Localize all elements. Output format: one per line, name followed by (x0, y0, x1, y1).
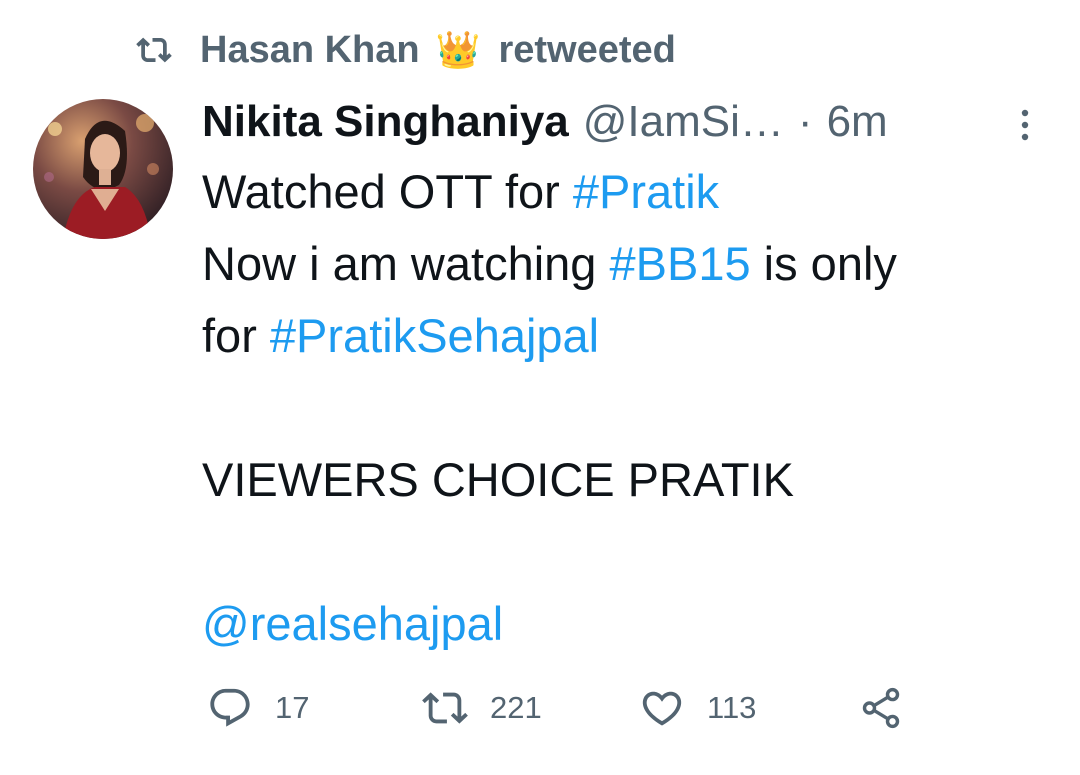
retweeted-label: retweeted (498, 28, 676, 71)
avatar-photo (33, 99, 173, 239)
reply-button[interactable]: 17 (207, 680, 309, 736)
reply-icon (210, 688, 250, 727)
text-segment: Watched OTT for (202, 165, 573, 218)
tweet-line: VIEWERS CHOICE PRATIK (202, 444, 1042, 516)
hashtag-link[interactable]: #BB15 (610, 237, 751, 290)
avatar[interactable] (33, 99, 173, 239)
retweeter-name[interactable]: Hasan Khan (200, 29, 420, 72)
like-button[interactable]: 113 (639, 680, 756, 736)
reply-count: 17 (275, 690, 310, 725)
display-name[interactable]: Nikita Singhaniya (202, 97, 569, 147)
share-button[interactable] (858, 680, 926, 736)
text-segment: Now i am watching (202, 237, 610, 290)
tweet-line: Now i am watching #BB15 is only (202, 228, 1042, 300)
hashtag-link[interactable]: #PratikSehajpal (270, 309, 599, 362)
user-handle[interactable]: @IamSi… (583, 97, 784, 147)
crown-emoji: 👑 (435, 29, 481, 70)
retweet-banner: Hasan Khan 👑 retweeted (132, 22, 676, 78)
tweet-actions: 17 221 113 (0, 680, 1080, 736)
text-segment: is only (750, 237, 897, 290)
timestamp[interactable]: 6m (827, 97, 888, 147)
share-icon (862, 687, 900, 729)
heart-icon (642, 691, 682, 726)
hashtag-link[interactable]: #Pratik (573, 165, 719, 218)
retweet-count: 221 (490, 690, 542, 725)
tweet-text: Watched OTT for #Pratik Now i am watchin… (202, 156, 1042, 660)
tweet-line: @realsehajpal (202, 588, 1042, 660)
tweet-line: for #PratikSehajpal (202, 300, 1042, 372)
like-count: 113 (707, 690, 757, 725)
more-options-icon[interactable] (1015, 108, 1035, 142)
tweet-header: Nikita Singhaniya @IamSi… · 6m (202, 92, 888, 152)
mention-link[interactable]: @realsehajpal (202, 597, 503, 650)
tweet-line: Watched OTT for #Pratik (202, 156, 1042, 228)
retweet-action-icon (422, 692, 468, 724)
retweet-icon (136, 37, 172, 63)
text-segment: VIEWERS CHOICE PRATIK (202, 453, 794, 506)
text-segment: for (202, 309, 270, 362)
retweet-button[interactable]: 221 (422, 680, 542, 736)
separator-dot: · (797, 97, 813, 146)
